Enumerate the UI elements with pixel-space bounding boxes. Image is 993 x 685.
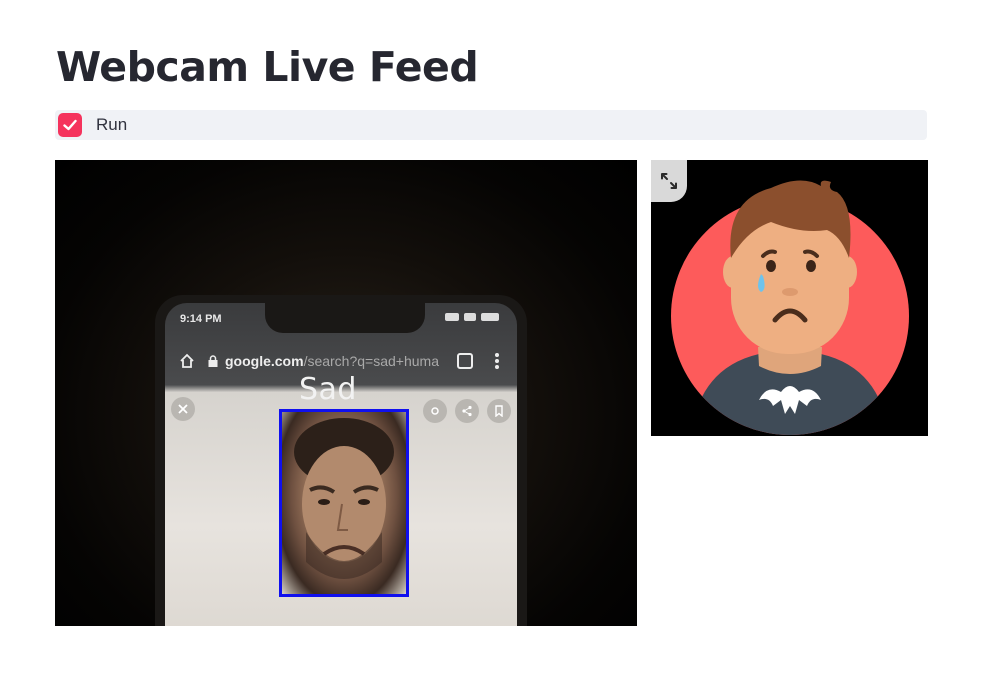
detected-face-photo (282, 412, 406, 594)
home-icon (180, 353, 194, 368)
run-checkbox-row[interactable]: Run (55, 110, 927, 140)
phone-notch (265, 303, 425, 333)
webcam-feed-image: 9:14 PM google.com/search?q=sad+huma Sad (55, 160, 637, 626)
run-checkbox[interactable] (58, 113, 82, 137)
bookmark-icon (487, 399, 511, 423)
tabs-icon (457, 353, 473, 369)
lens-icon (423, 399, 447, 423)
lock-icon (208, 355, 218, 367)
checkmark-icon (63, 119, 77, 131)
phone-status-icons (445, 313, 501, 325)
page-title: Webcam Live Feed (56, 43, 479, 91)
face-sketch (294, 418, 394, 579)
fullscreen-expand-icon (661, 173, 677, 189)
emotion-emoji-image (651, 160, 928, 436)
close-icon (171, 397, 195, 421)
share-icon (455, 399, 479, 423)
phone-status-time: 9:14 PM (180, 313, 222, 325)
run-label: Run (96, 115, 128, 134)
face-detection-box (279, 409, 409, 597)
emotion-label: Sad (299, 372, 357, 407)
fullscreen-expand-button[interactable] (651, 160, 687, 202)
menu-dots-icon (495, 353, 499, 369)
sad-emoji-icon (671, 180, 909, 435)
phone-url-text: google.com/search?q=sad+huma (225, 353, 439, 369)
